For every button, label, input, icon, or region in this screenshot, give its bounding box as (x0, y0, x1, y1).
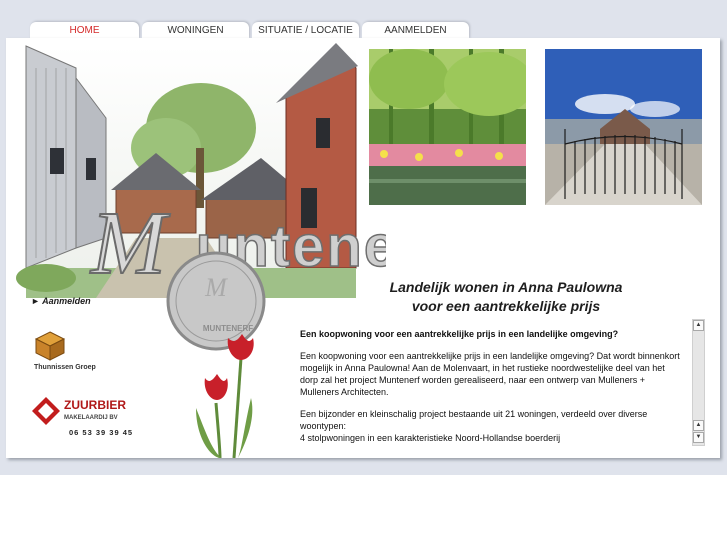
slogan-line-1: Landelijk wonen in Anna Paulowna (389, 279, 623, 295)
text-scrollbar[interactable]: ▲ ▲ ▼ (692, 319, 705, 446)
zuurbier-logo[interactable]: ZUURBIER MAKELAARDIJ BV (32, 395, 127, 427)
thunnissen-label: Thunnissen Groep (34, 364, 96, 371)
intro-paragraph-1: Een koopwoning voor een aantrekkelijke p… (300, 351, 680, 397)
tab-situatie-locatie[interactable]: SITUATIE / LOCATIE (252, 22, 359, 39)
slogan: Landelijk wonen in Anna Paulowna voor ee… (386, 278, 626, 316)
garden-photo (369, 49, 526, 205)
svg-text:MAKELAARDIJ BV: MAKELAARDIJ BV (64, 415, 118, 421)
scroll-down-button[interactable]: ▼ (693, 432, 704, 443)
scroll-up-button[interactable]: ▲ (693, 320, 704, 331)
svg-text:M: M (204, 273, 228, 302)
scroll-up-button-lower[interactable]: ▲ (693, 420, 704, 431)
tab-home[interactable]: HOME (30, 22, 139, 39)
intro-heading: Een koopwoning voor een aantrekkelijke p… (300, 329, 619, 339)
phone-number: 06 53 39 39 45 (69, 428, 134, 437)
svg-text:MUNTENERF: MUNTENERF (203, 324, 253, 333)
tab-woningen[interactable]: WONINGEN (142, 22, 249, 39)
intro-text: Een koopwoning voor een aantrekkelijke p… (300, 328, 685, 446)
tab-aanmelden[interactable]: AANMELDEN (362, 22, 469, 39)
intro-paragraph-3: 4 stolpwoningen in een karakteristieke N… (300, 433, 561, 443)
slogan-line-2: voor een aantrekkelijke prijs (411, 298, 601, 314)
intro-paragraph-2: Een bijzonder en kleinschalig project be… (300, 409, 648, 431)
svg-text:ZUURBIER: ZUURBIER (64, 398, 126, 412)
aanmelden-link[interactable]: ► Aanmelden (31, 296, 91, 306)
main-panel: M untenerf M MUNTENERF (6, 38, 720, 458)
muntenerf-logo-m: M (89, 194, 171, 293)
thunnissen-logo[interactable] (30, 330, 70, 362)
manor-gate-photo (545, 49, 702, 205)
